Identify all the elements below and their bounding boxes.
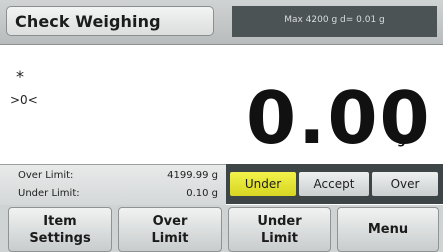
item-settings-button[interactable]: Item Settings	[8, 207, 112, 252]
softkey-bar: Item Settings Over Limit Under Limit Men…	[0, 205, 443, 252]
over-limit-label: Over Limit:	[18, 170, 74, 181]
status-over: Over	[372, 172, 438, 196]
header-bar: Check Weighing Max 4200 g d= 0.01 g	[0, 0, 443, 45]
weight-unit: g	[397, 133, 406, 147]
menu-label: Menu	[367, 222, 409, 237]
item-settings-label-line1: Item	[43, 214, 77, 229]
item-settings-label-line2: Settings	[29, 231, 91, 246]
under-limit-label: Under Limit:	[18, 188, 80, 199]
over-limit-label-line1: Over	[152, 214, 188, 229]
capacity-box: Max 4200 g d= 0.01 g	[232, 6, 437, 37]
over-limit-button[interactable]: Over Limit	[118, 207, 222, 252]
menu-button[interactable]: Menu	[337, 207, 439, 252]
title-box[interactable]: Check Weighing	[6, 6, 214, 36]
under-limit-label-line1: Under	[257, 214, 302, 229]
under-limit-value: 0.10 g	[186, 188, 218, 199]
check-weighing-screen: Check Weighing Max 4200 g d= 0.01 g * >0…	[0, 0, 443, 252]
center-zero-indicator: >0<	[10, 93, 38, 107]
over-limit-label-line2: Limit	[151, 231, 189, 246]
under-limit-label-line2: Limit	[261, 231, 298, 246]
page-title: Check Weighing	[15, 12, 161, 31]
stable-indicator: *	[16, 67, 24, 86]
status-under: Under	[230, 172, 296, 196]
over-limit-value: 4199.99 g	[167, 170, 218, 181]
under-limit-button[interactable]: Under Limit	[228, 207, 331, 252]
status-indicator-panel: Under Accept Over	[226, 164, 443, 204]
limits-panel: Over Limit: 4199.99 g Under Limit: 0.10 …	[0, 164, 226, 205]
status-accept: Accept	[299, 172, 369, 196]
weighing-display: * >0< 0.00 g	[0, 45, 443, 163]
capacity-label: Max 4200 g d= 0.01 g	[284, 15, 385, 25]
